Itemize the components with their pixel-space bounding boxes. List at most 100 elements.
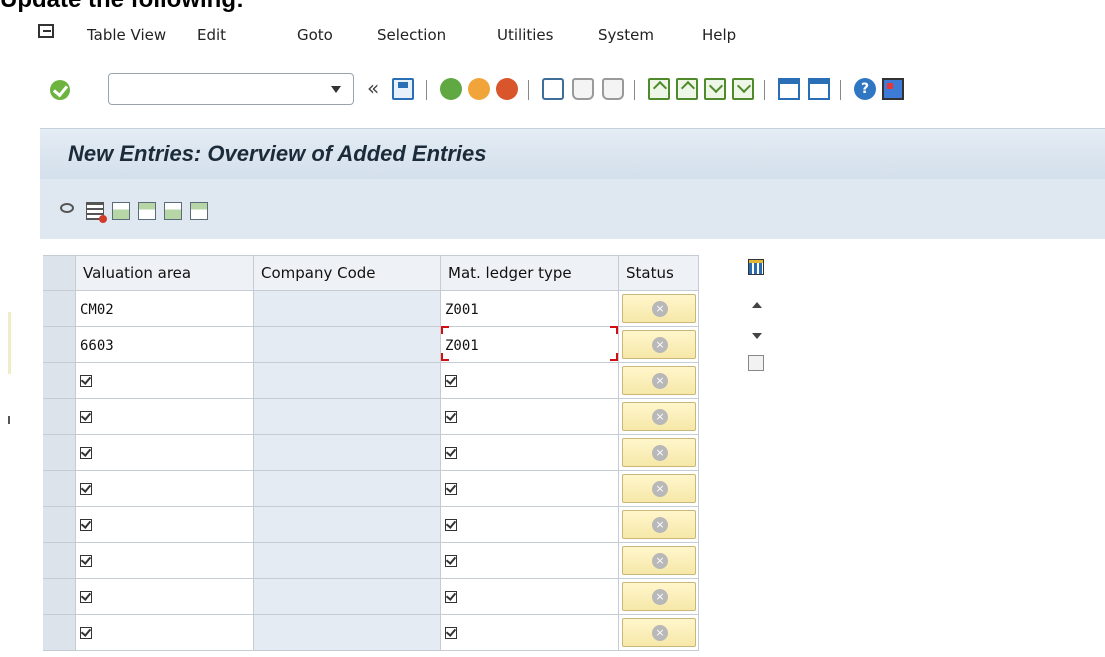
copy-as-icon[interactable] [190,202,208,220]
chevron-down-icon[interactable] [331,86,341,93]
company-code-field[interactable] [254,543,441,579]
first-page-icon[interactable] [648,78,670,100]
column-header-status[interactable]: Status [619,255,699,291]
last-page-icon[interactable] [732,78,754,100]
check-circle-icon[interactable] [50,80,70,100]
menu-help[interactable]: Help [702,26,736,44]
menu-goto[interactable]: Goto [297,26,333,44]
mat-ledger-type-field[interactable] [441,435,619,471]
required-entry-icon [445,447,457,459]
row-selector[interactable] [43,327,76,363]
valuation-area-field[interactable] [76,579,254,615]
menu-table-view[interactable]: Table View [87,26,166,44]
row-selector[interactable] [43,435,76,471]
valuation-area-field[interactable] [76,363,254,399]
select-block-icon[interactable] [138,202,156,220]
company-code-field[interactable] [254,579,441,615]
collapse-command-icon[interactable]: « [367,76,379,100]
company-code-field[interactable] [254,615,441,651]
exit-icon[interactable] [468,78,490,100]
scroll-up-arrow[interactable] [752,302,762,308]
column-header-company-code[interactable]: Company Code [254,255,441,291]
customize-layout-icon[interactable] [882,78,904,100]
status-button[interactable]: × [622,618,696,647]
cancel-icon[interactable] [496,78,518,100]
menu-utilities[interactable]: Utilities [497,26,553,44]
command-field[interactable] [108,73,354,105]
company-code-field[interactable] [254,327,441,363]
row-selector[interactable] [43,579,76,615]
valuation-area-field[interactable] [76,399,254,435]
valuation-area-field[interactable] [76,435,254,471]
help-icon[interactable]: ? [854,78,876,100]
menu-system[interactable]: System [598,26,654,44]
shortcut-icon[interactable] [808,78,830,100]
menu-edit[interactable]: Edit [197,26,226,44]
status-button[interactable]: × [622,510,696,539]
find-icon[interactable] [572,78,594,100]
status-button[interactable]: × [622,438,696,467]
row-selector[interactable] [43,471,76,507]
required-entry-icon [445,483,457,495]
status-button[interactable]: × [622,294,696,323]
required-entry-icon [80,483,92,495]
row-selector[interactable] [43,291,76,327]
column-header-mat-ledger-type[interactable]: Mat. ledger type [441,255,619,291]
valuation-area-field[interactable] [76,471,254,507]
valuation-area-field[interactable]: CM02 [76,291,254,327]
valuation-area-field-value: 6603 [80,338,114,354]
status-inactive-icon: × [652,409,668,425]
deselect-all-icon[interactable] [164,202,182,220]
mat-ledger-type-field[interactable]: Z001 [441,326,619,363]
status-button[interactable]: × [622,402,696,431]
status-button[interactable]: × [622,330,696,359]
row-selector[interactable] [43,507,76,543]
back-icon[interactable] [440,78,462,100]
status-button[interactable]: × [622,474,696,503]
mat-ledger-type-field[interactable] [441,579,619,615]
display-change-icon[interactable] [60,203,74,213]
valuation-area-field[interactable] [76,615,254,651]
delete-entry-icon[interactable] [86,202,107,223]
scrollbar-thumb[interactable] [748,355,764,371]
row-selector[interactable] [43,399,76,435]
next-page-icon[interactable] [704,78,726,100]
select-all-rows-button[interactable] [43,255,76,291]
mat-ledger-type-field[interactable] [441,507,619,543]
status-button[interactable]: × [622,366,696,395]
company-code-field[interactable] [254,471,441,507]
company-code-field[interactable] [254,363,441,399]
previous-page-icon[interactable] [676,78,698,100]
row-selector[interactable] [43,363,76,399]
required-entry-icon [445,411,457,423]
find-next-icon[interactable] [602,78,624,100]
new-session-icon[interactable] [778,78,800,100]
mat-ledger-type-field[interactable] [441,615,619,651]
menu-selection[interactable]: Selection [377,26,446,44]
company-code-field[interactable] [254,507,441,543]
table-settings-icon[interactable] [748,259,764,275]
row-selector[interactable] [43,543,76,579]
company-code-field[interactable] [254,399,441,435]
company-code-field[interactable] [254,435,441,471]
mat-ledger-type-field[interactable] [441,363,619,399]
valuation-area-field[interactable] [76,543,254,579]
status-button[interactable]: × [622,546,696,575]
status-button[interactable]: × [622,582,696,611]
status-inactive-icon: × [652,373,668,389]
save-icon[interactable] [392,78,414,100]
company-code-field[interactable] [254,291,441,327]
print-icon[interactable] [542,78,564,100]
valuation-area-field[interactable] [76,507,254,543]
mat-ledger-type-field[interactable] [441,543,619,579]
mat-ledger-type-field[interactable] [441,471,619,507]
mat-ledger-type-field[interactable]: Z001 [441,291,619,327]
required-entry-icon [80,591,92,603]
row-selector[interactable] [43,615,76,651]
column-header-valuation-area[interactable]: Valuation area [76,255,254,291]
mat-ledger-type-field[interactable] [441,399,619,435]
select-all-icon[interactable] [112,202,130,220]
valuation-area-field[interactable]: 6603 [76,327,254,363]
system-menu-icon[interactable] [38,24,54,38]
scroll-down-arrow[interactable] [752,333,762,339]
